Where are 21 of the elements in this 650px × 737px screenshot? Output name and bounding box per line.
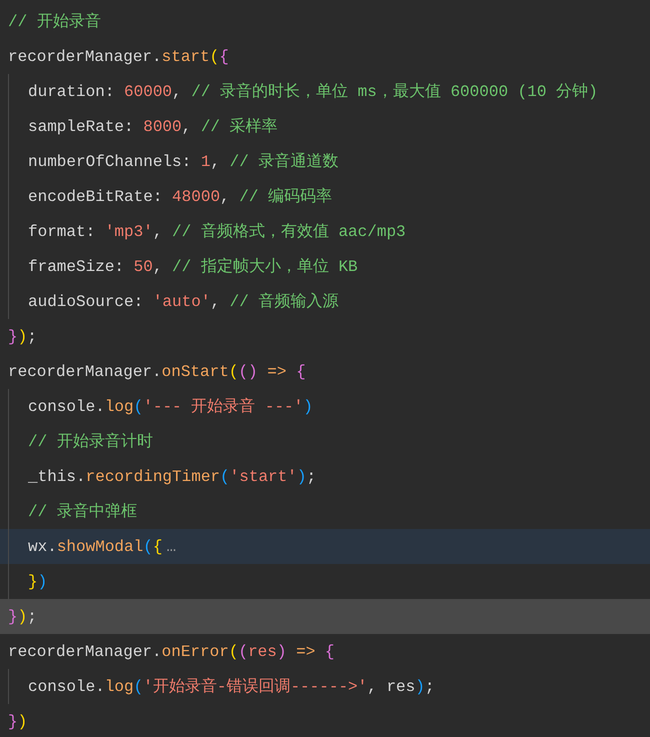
- code-line: sampleRate: 8000, // 采样率: [28, 116, 278, 138]
- code-line: }): [28, 572, 48, 592]
- code-line: // 录音中弹框: [28, 502, 137, 522]
- code-line: });: [8, 326, 37, 348]
- code-line: recorderManager.onError((res) => {: [8, 642, 334, 662]
- code-line: _this.recordingTimer('start');: [28, 466, 316, 488]
- code-line: console.log('开始录音-错误回调------>', res);: [28, 676, 434, 698]
- code-line: audioSource: 'auto', // 音频输入源: [28, 292, 338, 312]
- code-line: }): [8, 712, 28, 732]
- code-line: recorderManager.start({: [8, 46, 229, 68]
- code-line: numberOfChannels: 1, // 录音通道数: [28, 152, 338, 172]
- code-line: encodeBitRate: 48000, // 编码码率: [28, 186, 332, 208]
- code-line: format: 'mp3', // 音频格式，有效值 aac/mp3: [28, 222, 406, 242]
- code-line: frameSize: 50, // 指定帧大小，单位 KB: [28, 256, 358, 278]
- code-line: duration: 60000, // 录音的时长，单位 ms，最大值 600000 (10 分钟): [28, 82, 598, 102]
- code-line: });: [8, 606, 37, 628]
- code-line: recorderManager.onStart(() => {: [8, 362, 306, 382]
- code-line: // 开始录音计时: [28, 432, 153, 452]
- code-line: wx.showModal({ …: [28, 536, 176, 558]
- code-line: // 开始录音: [8, 12, 101, 32]
- code-line: console.log('--- 开始录音 ---'): [28, 396, 313, 418]
